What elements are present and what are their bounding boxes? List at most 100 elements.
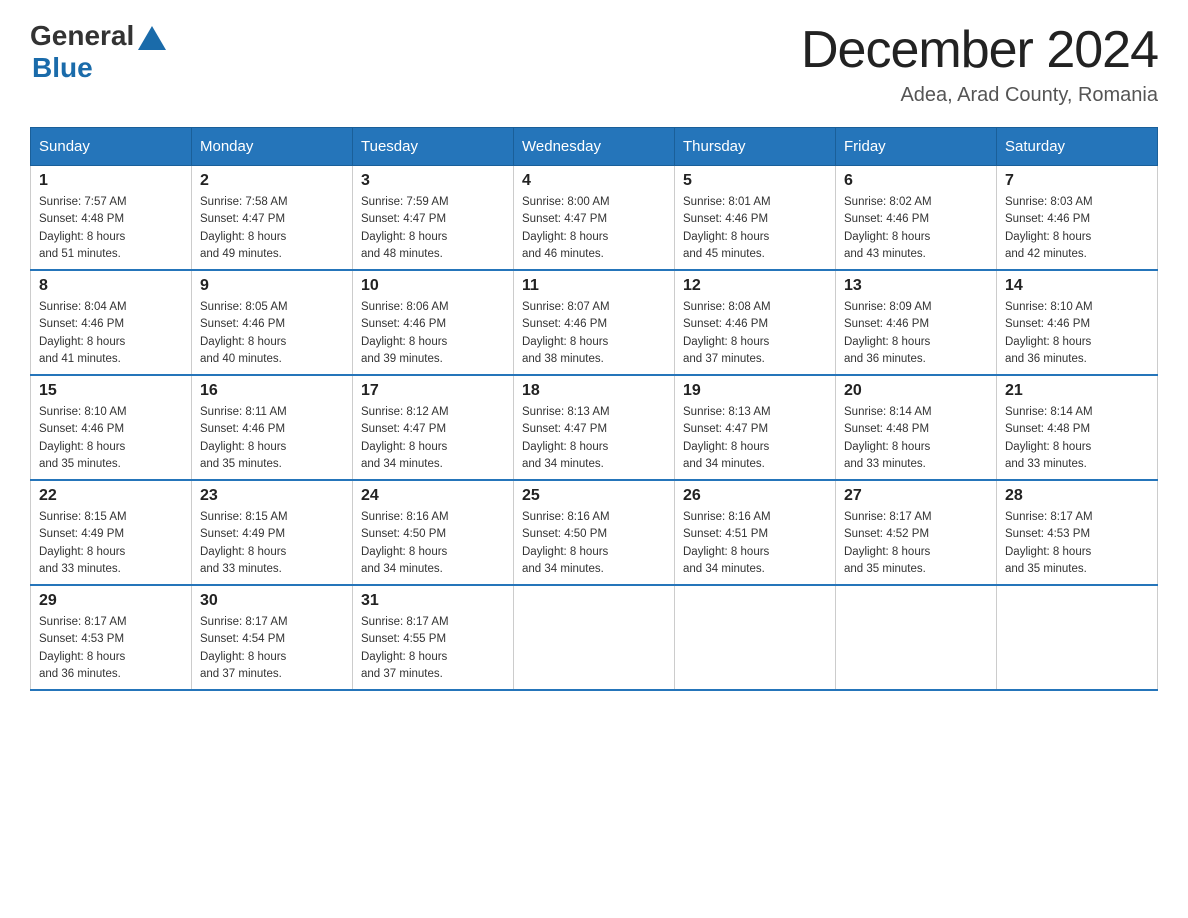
logo-triangle-icon bbox=[138, 26, 166, 50]
calendar-cell: 8 Sunrise: 8:04 AMSunset: 4:46 PMDaylight… bbox=[31, 270, 192, 375]
calendar-cell: 17Sunrise: 8:12 AMSunset: 4:47 PMDayligh… bbox=[353, 375, 514, 480]
calendar-cell: 15 Sunrise: 8:10 AMSunset: 4:46 PMDayligh… bbox=[31, 375, 192, 480]
calendar-cell: 19 Sunrise: 8:13 AMSunset: 4:47 PMDayligh… bbox=[675, 375, 836, 480]
calendar-cell: 2 Sunrise: 7:58 AMSunset: 4:47 PMDaylight… bbox=[192, 166, 353, 271]
calendar-cell: 4Sunrise: 8:00 AMSunset: 4:47 PMDaylight… bbox=[514, 166, 675, 271]
calendar-cell bbox=[836, 585, 997, 690]
day-number: 21 bbox=[1005, 382, 1149, 400]
day-info: Sunrise: 8:05 AMSunset: 4:46 PMDaylight:… bbox=[200, 299, 344, 368]
calendar-header-row: SundayMondayTuesdayWednesdayThursdayFrid… bbox=[31, 128, 1158, 166]
day-info: Sunrise: 7:57 AMSunset: 4:48 PMDaylight:… bbox=[39, 194, 183, 263]
day-number: 1 bbox=[39, 172, 183, 190]
calendar-cell: 31 Sunrise: 8:17 AMSunset: 4:55 PMDayligh… bbox=[353, 585, 514, 690]
calendar-cell: 6 Sunrise: 8:02 AMSunset: 4:46 PMDaylight… bbox=[836, 166, 997, 271]
day-info: Sunrise: 8:02 AMSunset: 4:46 PMDaylight:… bbox=[844, 194, 988, 263]
calendar-cell: 10 Sunrise: 8:06 AMSunset: 4:46 PMDayligh… bbox=[353, 270, 514, 375]
title-section: December 2024 Adea, Arad County, Romania bbox=[801, 20, 1158, 107]
day-number: 17 bbox=[361, 382, 505, 400]
col-header-thursday: Thursday bbox=[675, 128, 836, 166]
day-info: Sunrise: 8:10 AMSunset: 4:46 PMDaylight:… bbox=[1005, 299, 1149, 368]
logo-general-text: General bbox=[30, 20, 134, 52]
day-info: Sunrise: 8:15 AMSunset: 4:49 PMDaylight:… bbox=[200, 509, 344, 578]
day-number: 9 bbox=[200, 277, 344, 295]
day-number: 30 bbox=[200, 592, 344, 610]
day-number: 25 bbox=[522, 487, 666, 505]
day-number: 24 bbox=[361, 487, 505, 505]
day-info: Sunrise: 7:58 AMSunset: 4:47 PMDaylight:… bbox=[200, 194, 344, 263]
calendar-cell: 29 Sunrise: 8:17 AMSunset: 4:53 PMDayligh… bbox=[31, 585, 192, 690]
day-number: 5 bbox=[683, 172, 827, 190]
day-info: Sunrise: 8:04 AMSunset: 4:46 PMDaylight:… bbox=[39, 299, 183, 368]
calendar-cell: 26 Sunrise: 8:16 AMSunset: 4:51 PMDayligh… bbox=[675, 480, 836, 585]
col-header-monday: Monday bbox=[192, 128, 353, 166]
day-number: 6 bbox=[844, 172, 988, 190]
day-number: 15 bbox=[39, 382, 183, 400]
col-header-saturday: Saturday bbox=[997, 128, 1158, 166]
week-row-4: 22 Sunrise: 8:15 AMSunset: 4:49 PMDayligh… bbox=[31, 480, 1158, 585]
day-info: Sunrise: 8:15 AMSunset: 4:49 PMDaylight:… bbox=[39, 509, 183, 578]
day-info: Sunrise: 8:08 AMSunset: 4:46 PMDaylight:… bbox=[683, 299, 827, 368]
calendar-cell: 24 Sunrise: 8:16 AMSunset: 4:50 PMDayligh… bbox=[353, 480, 514, 585]
calendar-cell: 3 Sunrise: 7:59 AMSunset: 4:47 PMDaylight… bbox=[353, 166, 514, 271]
day-number: 10 bbox=[361, 277, 505, 295]
day-number: 18 bbox=[522, 382, 666, 400]
calendar-cell: 1 Sunrise: 7:57 AMSunset: 4:48 PMDaylight… bbox=[31, 166, 192, 271]
day-number: 16 bbox=[200, 382, 344, 400]
day-info: Sunrise: 8:01 AMSunset: 4:46 PMDaylight:… bbox=[683, 194, 827, 263]
month-title: December 2024 bbox=[801, 20, 1158, 80]
day-number: 29 bbox=[39, 592, 183, 610]
location-text: Adea, Arad County, Romania bbox=[801, 84, 1158, 107]
calendar-cell: 18Sunrise: 8:13 AMSunset: 4:47 PMDayligh… bbox=[514, 375, 675, 480]
week-row-3: 15 Sunrise: 8:10 AMSunset: 4:46 PMDayligh… bbox=[31, 375, 1158, 480]
calendar-cell: 28 Sunrise: 8:17 AMSunset: 4:53 PMDayligh… bbox=[997, 480, 1158, 585]
day-info: Sunrise: 7:59 AMSunset: 4:47 PMDaylight:… bbox=[361, 194, 505, 263]
day-info: Sunrise: 8:17 AMSunset: 4:53 PMDaylight:… bbox=[1005, 509, 1149, 578]
day-info: Sunrise: 8:00 AMSunset: 4:47 PMDaylight:… bbox=[522, 194, 666, 263]
day-info: Sunrise: 8:11 AMSunset: 4:46 PMDaylight:… bbox=[200, 404, 344, 473]
calendar-cell: 25 Sunrise: 8:16 AMSunset: 4:50 PMDayligh… bbox=[514, 480, 675, 585]
calendar-cell: 27 Sunrise: 8:17 AMSunset: 4:52 PMDayligh… bbox=[836, 480, 997, 585]
day-number: 28 bbox=[1005, 487, 1149, 505]
logo: General Blue bbox=[30, 20, 166, 84]
calendar-cell bbox=[997, 585, 1158, 690]
day-number: 27 bbox=[844, 487, 988, 505]
day-number: 12 bbox=[683, 277, 827, 295]
calendar-cell: 20Sunrise: 8:14 AMSunset: 4:48 PMDayligh… bbox=[836, 375, 997, 480]
logo-blue-text: Blue bbox=[32, 52, 93, 84]
day-number: 31 bbox=[361, 592, 505, 610]
day-info: Sunrise: 8:14 AMSunset: 4:48 PMDaylight:… bbox=[1005, 404, 1149, 473]
calendar-cell: 12 Sunrise: 8:08 AMSunset: 4:46 PMDayligh… bbox=[675, 270, 836, 375]
calendar-cell: 7Sunrise: 8:03 AMSunset: 4:46 PMDaylight… bbox=[997, 166, 1158, 271]
col-header-tuesday: Tuesday bbox=[353, 128, 514, 166]
day-info: Sunrise: 8:17 AMSunset: 4:53 PMDaylight:… bbox=[39, 614, 183, 683]
day-info: Sunrise: 8:14 AMSunset: 4:48 PMDaylight:… bbox=[844, 404, 988, 473]
day-info: Sunrise: 8:07 AMSunset: 4:46 PMDaylight:… bbox=[522, 299, 666, 368]
day-number: 26 bbox=[683, 487, 827, 505]
day-number: 14 bbox=[1005, 277, 1149, 295]
day-info: Sunrise: 8:16 AMSunset: 4:50 PMDaylight:… bbox=[361, 509, 505, 578]
day-info: Sunrise: 8:03 AMSunset: 4:46 PMDaylight:… bbox=[1005, 194, 1149, 263]
week-row-2: 8 Sunrise: 8:04 AMSunset: 4:46 PMDaylight… bbox=[31, 270, 1158, 375]
calendar-cell: 21 Sunrise: 8:14 AMSunset: 4:48 PMDayligh… bbox=[997, 375, 1158, 480]
day-number: 8 bbox=[39, 277, 183, 295]
day-info: Sunrise: 8:10 AMSunset: 4:46 PMDaylight:… bbox=[39, 404, 183, 473]
day-info: Sunrise: 8:16 AMSunset: 4:51 PMDaylight:… bbox=[683, 509, 827, 578]
day-info: Sunrise: 8:17 AMSunset: 4:54 PMDaylight:… bbox=[200, 614, 344, 683]
calendar-cell: 5 Sunrise: 8:01 AMSunset: 4:46 PMDaylight… bbox=[675, 166, 836, 271]
day-info: Sunrise: 8:13 AMSunset: 4:47 PMDaylight:… bbox=[683, 404, 827, 473]
day-number: 3 bbox=[361, 172, 505, 190]
col-header-wednesday: Wednesday bbox=[514, 128, 675, 166]
day-info: Sunrise: 8:06 AMSunset: 4:46 PMDaylight:… bbox=[361, 299, 505, 368]
calendar-cell: 16 Sunrise: 8:11 AMSunset: 4:46 PMDayligh… bbox=[192, 375, 353, 480]
day-info: Sunrise: 8:16 AMSunset: 4:50 PMDaylight:… bbox=[522, 509, 666, 578]
calendar-cell: 22 Sunrise: 8:15 AMSunset: 4:49 PMDayligh… bbox=[31, 480, 192, 585]
day-info: Sunrise: 8:17 AMSunset: 4:55 PMDaylight:… bbox=[361, 614, 505, 683]
calendar-cell: 30 Sunrise: 8:17 AMSunset: 4:54 PMDayligh… bbox=[192, 585, 353, 690]
day-info: Sunrise: 8:17 AMSunset: 4:52 PMDaylight:… bbox=[844, 509, 988, 578]
day-number: 22 bbox=[39, 487, 183, 505]
calendar-cell: 9 Sunrise: 8:05 AMSunset: 4:46 PMDaylight… bbox=[192, 270, 353, 375]
day-number: 19 bbox=[683, 382, 827, 400]
day-number: 13 bbox=[844, 277, 988, 295]
day-number: 23 bbox=[200, 487, 344, 505]
day-number: 2 bbox=[200, 172, 344, 190]
